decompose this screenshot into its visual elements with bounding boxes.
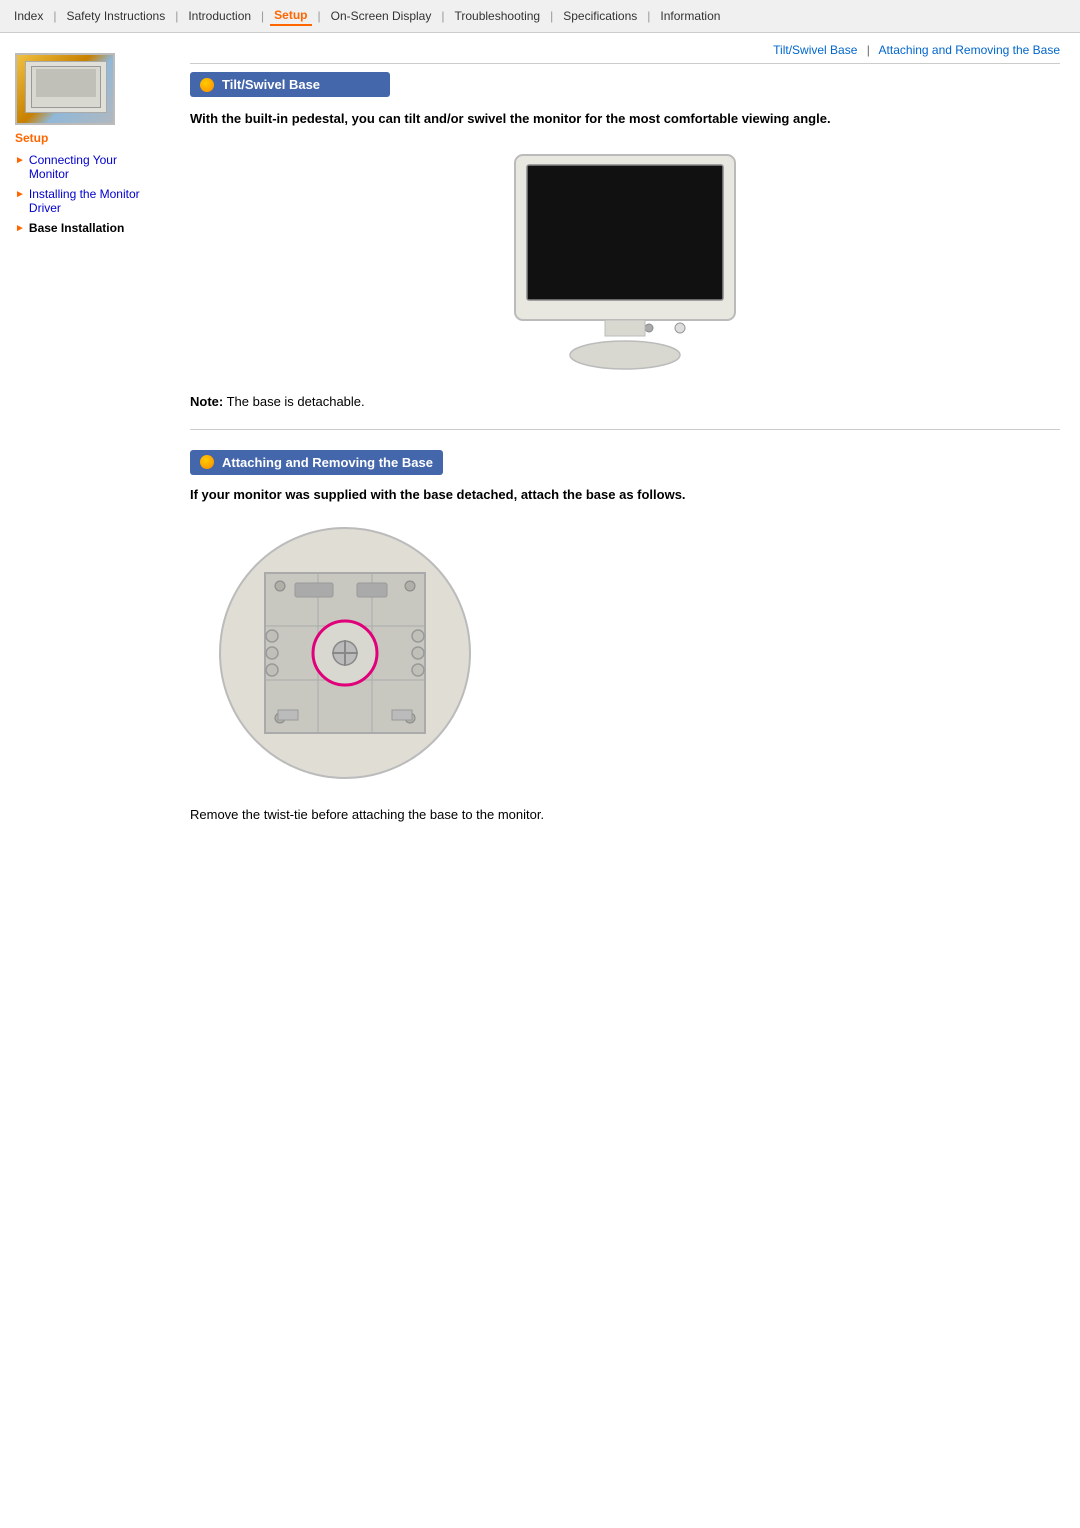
nav-sep-4: |: [318, 9, 321, 23]
breadcrumb: Tilt/Swivel Base | Attaching and Removin…: [190, 43, 1060, 64]
breadcrumb-link-2[interactable]: Attaching and Removing the Base: [879, 43, 1060, 57]
sidebar-logo: [15, 53, 115, 125]
breadcrumb-link-1[interactable]: Tilt/Swivel Base: [773, 43, 857, 57]
sidebar-link-driver[interactable]: Installing the Monitor Driver: [29, 187, 160, 215]
section2-title: Attaching and Removing the Base: [222, 455, 433, 470]
breadcrumb-sep: |: [867, 43, 870, 57]
nav-sep-2: |: [175, 9, 178, 23]
navbar: Index | Safety Instructions | Introducti…: [0, 0, 1080, 33]
nav-setup[interactable]: Setup: [270, 6, 311, 26]
section2-bullet: [200, 455, 214, 469]
section1-header: Tilt/Swivel Base: [190, 72, 390, 97]
monitor-illustration: [190, 145, 1060, 378]
section2-header: Attaching and Removing the Base: [190, 450, 443, 475]
note-label: Note:: [190, 394, 223, 409]
nav-sep-7: |: [647, 9, 650, 23]
section1-description: With the built-in pedestal, you can tilt…: [190, 109, 1060, 129]
nav-sep-6: |: [550, 9, 553, 23]
section1-title: Tilt/Swivel Base: [222, 77, 320, 92]
section1-note: Note: The base is detachable.: [190, 394, 1060, 409]
section1-bullet: [200, 78, 214, 92]
nav-index[interactable]: Index: [10, 7, 47, 25]
nav-sep-1: |: [53, 9, 56, 23]
nav-information[interactable]: Information: [656, 7, 724, 25]
nav-safety[interactable]: Safety Instructions: [62, 7, 169, 25]
sidebar-item-base[interactable]: ► Base Installation: [15, 221, 160, 235]
remove-text: Remove the twist-tie before attaching th…: [190, 807, 1060, 822]
nav-introduction[interactable]: Introduction: [184, 7, 255, 25]
arrow-icon-2: ►: [15, 189, 25, 200]
section-divider: [190, 429, 1060, 430]
section2-description: If your monitor was supplied with the ba…: [190, 487, 1060, 502]
sidebar-link-connecting[interactable]: Connecting Your Monitor: [29, 153, 160, 181]
nav-sep-3: |: [261, 9, 264, 23]
base-illustration: [210, 518, 1060, 791]
content-area: Tilt/Swivel Base | Attaching and Removin…: [170, 43, 1080, 842]
nav-sep-5: |: [441, 9, 444, 23]
nav-troubleshooting[interactable]: Troubleshooting: [450, 7, 544, 25]
sidebar-link-base[interactable]: Base Installation: [29, 221, 124, 235]
sidebar-setup-label: Setup: [15, 131, 160, 145]
sidebar-item-driver[interactable]: ► Installing the Monitor Driver: [15, 187, 160, 215]
arrow-icon-1: ►: [15, 155, 25, 166]
note-content: The base is detachable.: [227, 394, 365, 409]
nav-specifications[interactable]: Specifications: [559, 7, 641, 25]
nav-osd[interactable]: On-Screen Display: [327, 7, 436, 25]
sidebar: Setup ► Connecting Your Monitor ► Instal…: [0, 43, 170, 842]
sidebar-item-connecting[interactable]: ► Connecting Your Monitor: [15, 153, 160, 181]
main-layout: Setup ► Connecting Your Monitor ► Instal…: [0, 33, 1080, 852]
arrow-icon-3: ►: [15, 223, 25, 234]
